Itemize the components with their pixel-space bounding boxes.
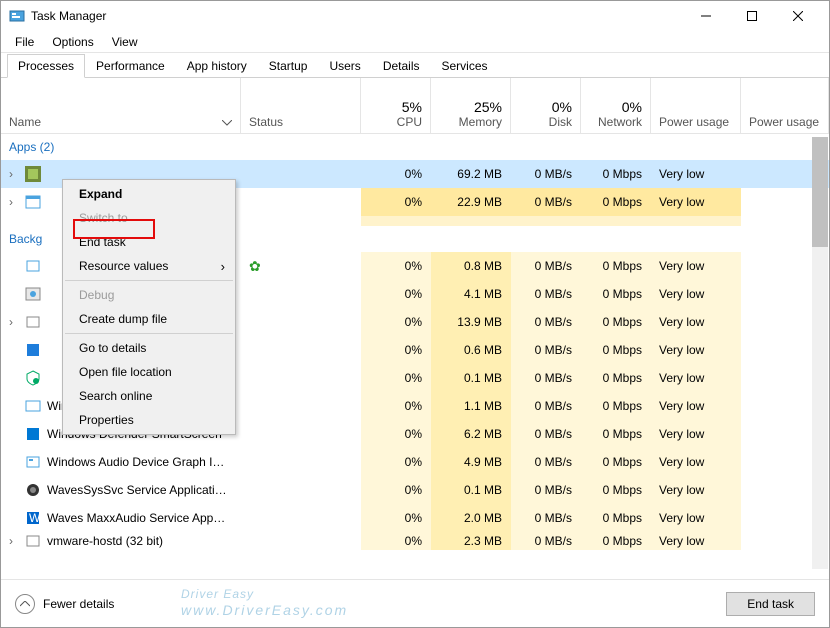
menu-options[interactable]: Options <box>44 33 101 51</box>
title-bar: Task Manager <box>1 1 829 31</box>
ctx-debug: Debug <box>65 283 233 307</box>
scrollbar-thumb[interactable] <box>812 137 828 247</box>
app-icon <box>25 194 41 210</box>
table-row[interactable]: Windows Audio Device Graph Is... 0% 4.9 … <box>1 448 829 476</box>
col-memory[interactable]: 25%Memory <box>431 78 511 133</box>
ctx-expand[interactable]: Expand <box>65 182 233 206</box>
tab-startup[interactable]: Startup <box>258 54 319 78</box>
menu-view[interactable]: View <box>104 33 146 51</box>
process-icon <box>25 286 41 302</box>
tab-performance[interactable]: Performance <box>85 54 176 78</box>
process-name: Windows Audio Device Graph Is... <box>47 455 227 469</box>
chevron-up-icon <box>15 594 35 614</box>
vertical-scrollbar[interactable] <box>812 137 828 569</box>
app-icon <box>25 166 41 182</box>
tab-users[interactable]: Users <box>318 54 371 78</box>
end-task-button[interactable]: End task <box>726 592 815 616</box>
col-network[interactable]: 0%Network <box>581 78 651 133</box>
col-power-usage-trend[interactable]: Power usage <box>741 78 829 133</box>
process-icon <box>25 533 41 549</box>
window-title: Task Manager <box>31 9 683 23</box>
group-apps[interactable]: Apps (2) <box>1 134 829 160</box>
col-name-label: Name <box>9 115 41 129</box>
process-icon <box>25 454 41 470</box>
process-icon <box>25 426 41 442</box>
table-row[interactable]: WavesSysSvc Service Application 0% 0.1 M… <box>1 476 829 504</box>
chevron-right-icon[interactable]: › <box>9 195 19 209</box>
ctx-search-online[interactable]: Search online <box>65 384 233 408</box>
tab-services[interactable]: Services <box>431 54 499 78</box>
window-controls <box>683 1 821 31</box>
process-icon <box>25 258 41 274</box>
process-icon <box>25 482 41 498</box>
col-power-usage[interactable]: Power usage <box>651 78 741 133</box>
ctx-go-to-details[interactable]: Go to details <box>65 336 233 360</box>
chevron-right-icon[interactable]: › <box>9 315 19 329</box>
minimize-button[interactable] <box>683 1 729 31</box>
col-name[interactable]: Name <box>1 78 241 133</box>
ctx-resource-values[interactable]: Resource values <box>65 254 233 278</box>
column-headers: Name Status 5%CPU 25%Memory 0%Disk 0%Net… <box>1 78 829 134</box>
ctx-switch-to: Switch to <box>65 206 233 230</box>
menu-bar: File Options View <box>1 31 829 53</box>
tab-app-history[interactable]: App history <box>176 54 258 78</box>
process-icon <box>25 398 41 414</box>
chevron-right-icon[interactable]: › <box>9 534 19 548</box>
process-name: vmware-hostd (32 bit) <box>47 534 163 548</box>
ctx-end-task[interactable]: End task <box>65 230 233 254</box>
shield-icon <box>25 370 41 386</box>
ctx-properties[interactable]: Properties <box>65 408 233 432</box>
process-icon <box>25 342 41 358</box>
process-icon <box>25 314 41 330</box>
chevron-right-icon[interactable]: › <box>9 167 19 181</box>
ctx-create-dump[interactable]: Create dump file <box>65 307 233 331</box>
tab-processes[interactable]: Processes <box>7 54 85 78</box>
col-cpu[interactable]: 5%CPU <box>361 78 431 133</box>
svg-text:W: W <box>29 511 41 525</box>
close-button[interactable] <box>775 1 821 31</box>
footer: Fewer details End task <box>1 579 829 627</box>
maximize-button[interactable] <box>729 1 775 31</box>
tab-details[interactable]: Details <box>372 54 431 78</box>
menu-file[interactable]: File <box>7 33 42 51</box>
col-status[interactable]: Status <box>241 78 361 133</box>
context-menu: Expand Switch to End task Resource value… <box>62 179 236 435</box>
col-disk[interactable]: 0%Disk <box>511 78 581 133</box>
tab-strip: Processes Performance App history Startu… <box>1 53 829 78</box>
process-name: Waves MaxxAudio Service Appli... <box>47 511 227 525</box>
process-name: WavesSysSvc Service Application <box>47 483 227 497</box>
fewer-details-button[interactable]: Fewer details <box>15 594 114 614</box>
process-icon: W <box>25 510 41 526</box>
ctx-open-file-location[interactable]: Open file location <box>65 360 233 384</box>
expand-column-icon[interactable] <box>222 115 232 129</box>
table-row[interactable]: WWaves MaxxAudio Service Appli... 0% 2.0… <box>1 504 829 532</box>
leaf-icon: ✿ <box>249 258 261 275</box>
table-row[interactable]: ›vmware-hostd (32 bit) 0% 2.3 MB 0 MB/s … <box>1 532 829 550</box>
app-icon <box>9 8 25 24</box>
